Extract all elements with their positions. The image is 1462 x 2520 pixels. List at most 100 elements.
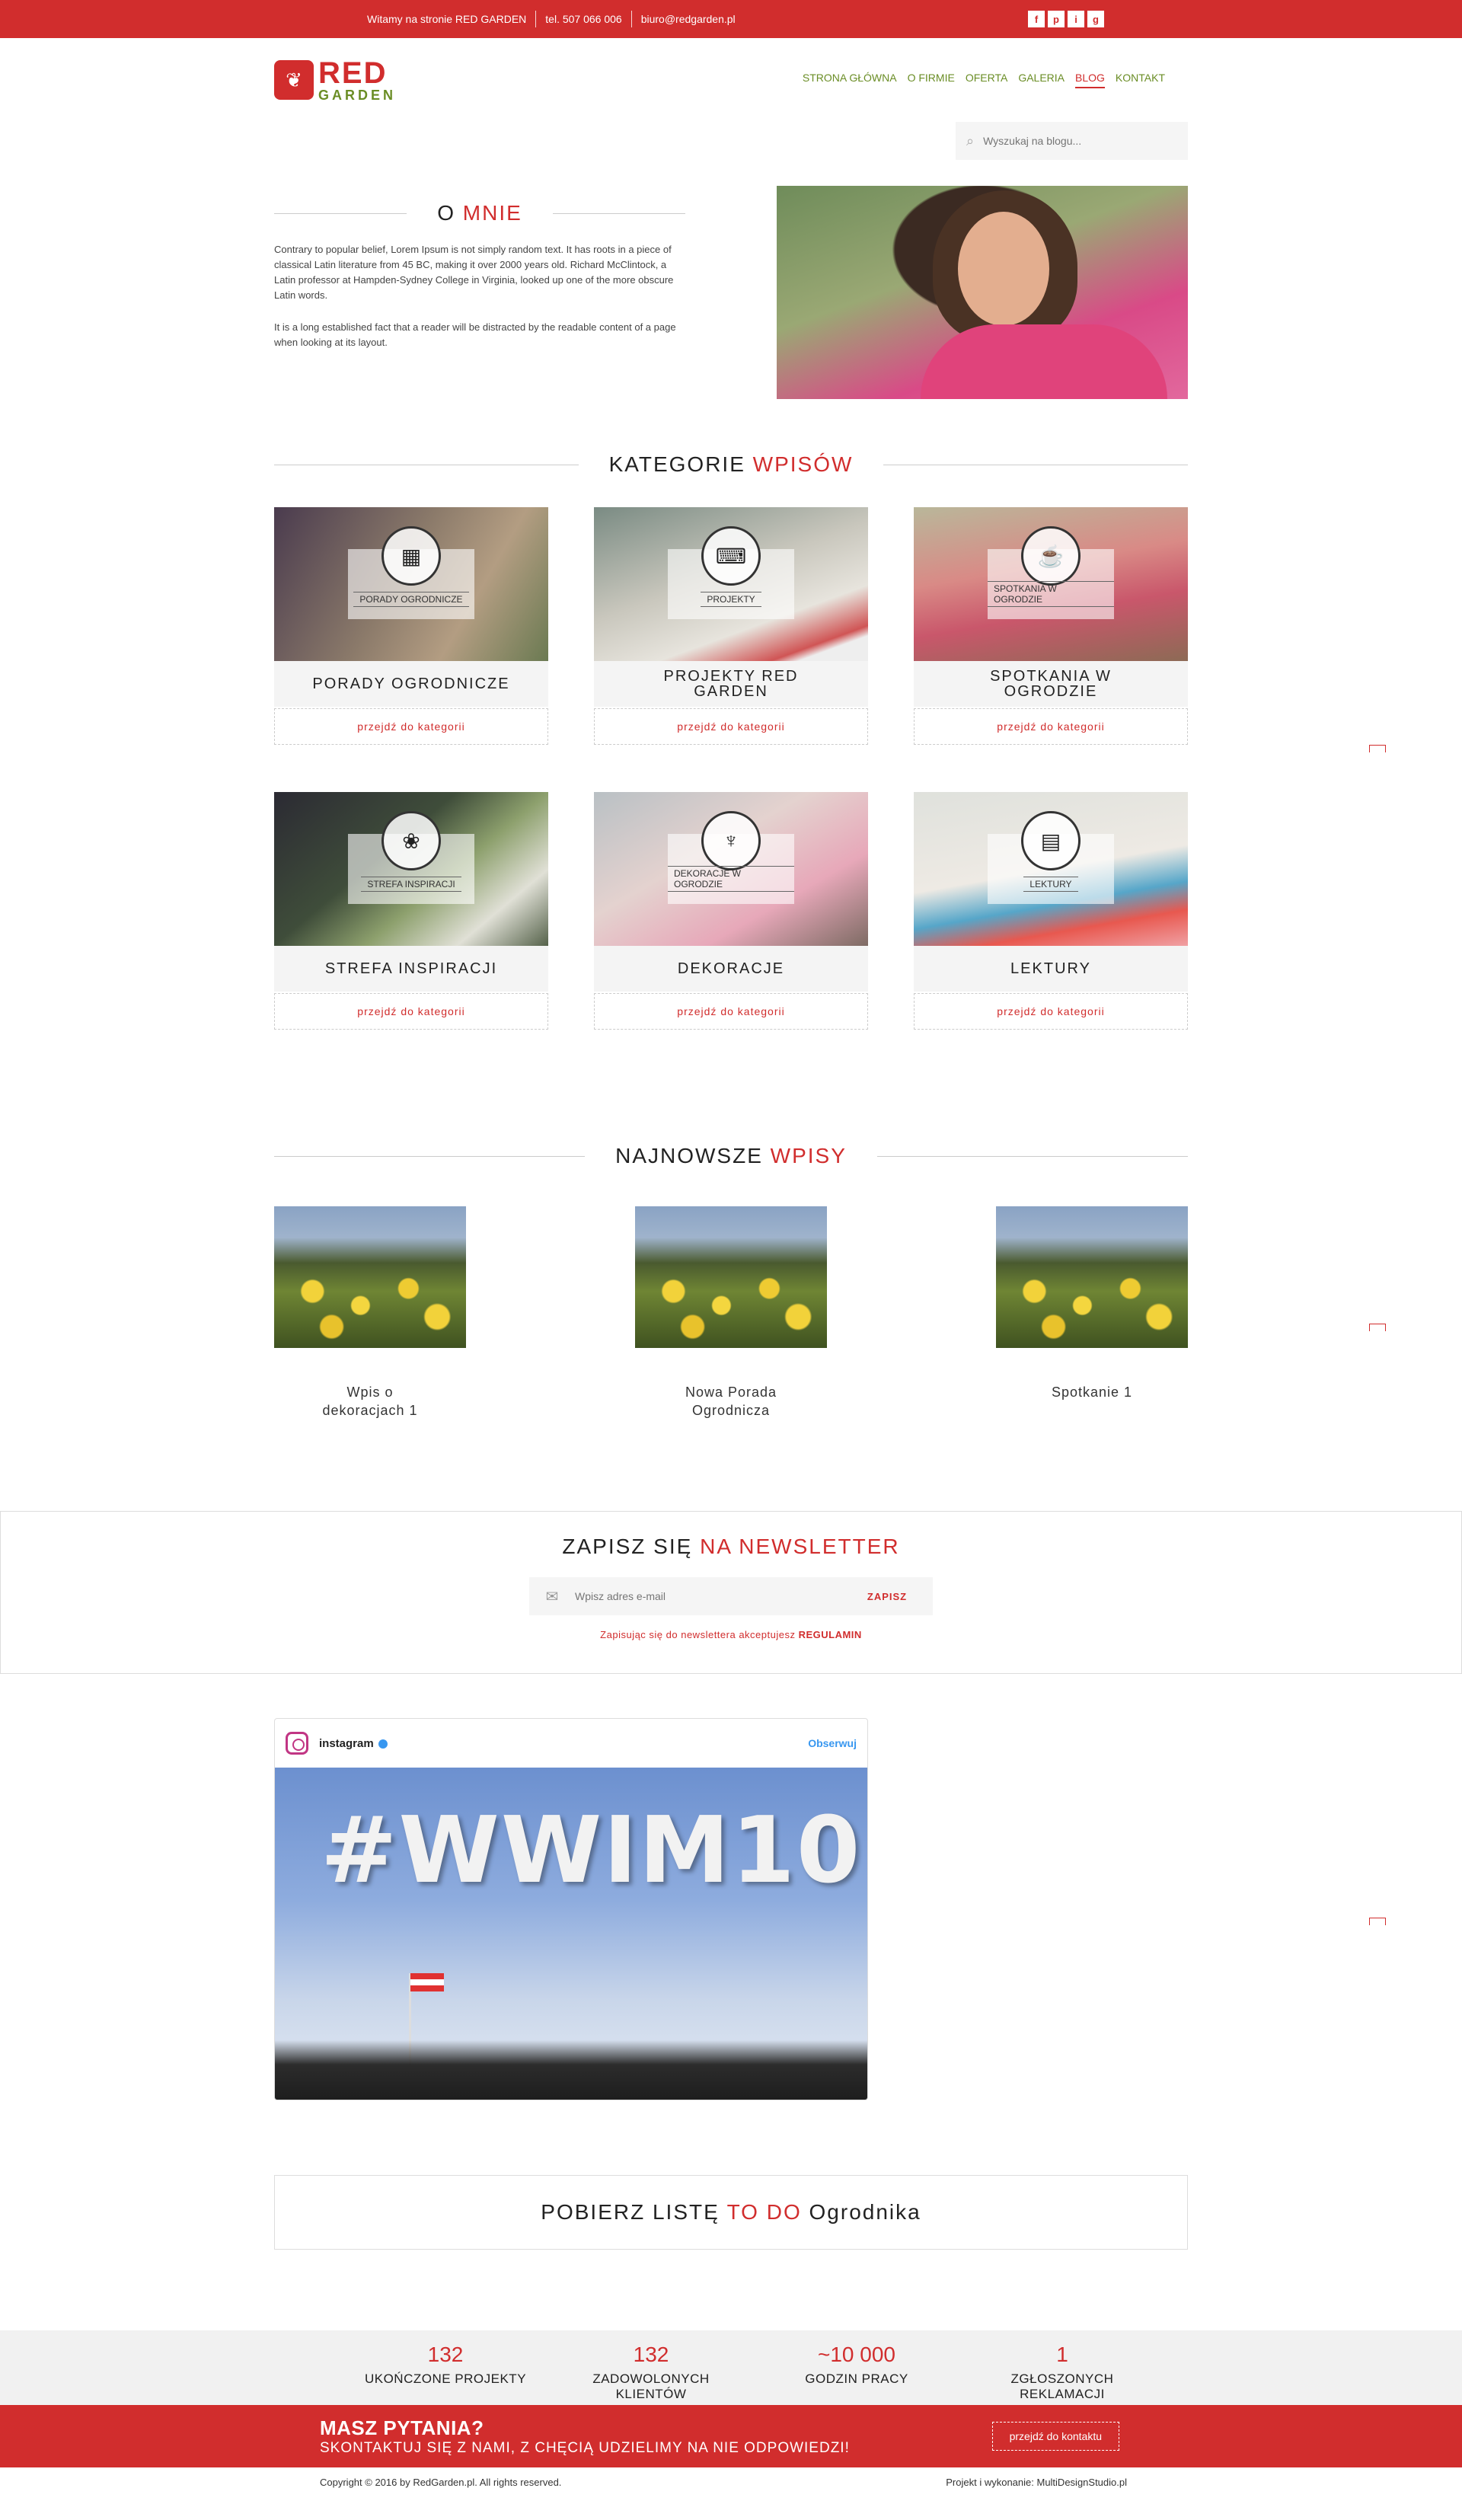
category-link[interactable]: przejdź do kategorii [594,993,868,1030]
newsletter-submit-button[interactable]: ZAPISZ [841,1591,933,1602]
category-link[interactable]: przejdź do kategorii [914,993,1188,1030]
stat-number: 132 [633,2343,669,2366]
category-link[interactable]: przejdź do kategorii [274,993,548,1030]
category-image[interactable]: ⌨ PROJEKTY [594,507,868,661]
tulip-icon: ❦ [274,60,314,100]
post-title[interactable]: Spotkanie 1 [996,1383,1188,1401]
stat-item: 132 ZADOWOLONYCH KLIENTÓW [563,2343,739,2402]
newsletter-email-input[interactable] [575,1590,841,1602]
category-card: ☕ SPOTKANIA W OGRODZIE SPOTKANIA W OGRODZ… [914,507,1188,745]
todo-text-c: Ogrodnika [809,2200,921,2224]
phone-link[interactable]: tel. 507 066 006 [536,11,632,27]
nav-company[interactable]: O FIRMIE [908,72,955,88]
newsletter-form: ✉ ZAPISZ [529,1577,933,1615]
stat-number: 1 [1056,2343,1068,2366]
category-link[interactable]: przejdź do kategorii [914,708,1188,745]
category-image[interactable]: ☕ SPOTKANIA W OGRODZIE [914,507,1188,661]
post-thumbnail[interactable] [274,1206,466,1348]
flag-icon [410,1973,444,1991]
side-marker-icon [1369,745,1386,752]
category-name: LEKTURY [914,946,1188,992]
credits-link[interactable]: Projekt i wykonanie: MultiDesignStudio.p… [946,2477,1127,2488]
nav-blog[interactable]: BLOG [1075,72,1105,88]
calendar-icon: ▦ [381,526,441,586]
category-card: ♆ DEKORACJE W OGRODZIE DEKORACJE przejdź … [594,792,868,1030]
nav-gallery[interactable]: GALERIA [1018,72,1065,88]
search-input[interactable] [983,135,1167,147]
category-image[interactable]: ▤ LEKTURY [914,792,1188,946]
welcome-text: Witamy na stronie RED GARDEN [358,11,537,27]
cta-subtitle: SKONTAKTUJ SIĘ Z NAMI, Z CHĘCIĄ UDZIELIM… [320,2439,850,2456]
instagram-follow-button[interactable]: Obserwuj [808,1737,857,1749]
category-badge-label: DEKORACJE W OGRODZIE [668,866,794,892]
instagram-widget: instagram Obserwuj #WWIM10 [274,1718,868,2100]
post-title[interactable]: Nowa Porada Ogrodnicza [635,1383,827,1420]
logo-word-garden: GARDEN [318,88,397,103]
verified-icon [378,1739,388,1749]
category-badge-label: PORADY OGRODNICZE [353,592,469,607]
contact-button[interactable]: przejdź do kontaktu [991,2422,1119,2451]
latest-title: NAJNOWSZE WPISY [615,1144,847,1167]
about-heading: O MNIE [274,201,685,225]
cup-icon: ☕ [1021,526,1081,586]
stat-number: ~10 000 [818,2343,895,2366]
category-image[interactable]: ♆ DEKORACJE W OGRODZIE [594,792,868,946]
category-image[interactable]: ❀ STREFA INSPIRACJI [274,792,548,946]
nav-home[interactable]: STRONA GŁÓWNA [803,72,897,88]
instagram-hashtag: #WWIM10 [321,1798,862,1904]
instagram-icon[interactable]: i [1068,11,1084,27]
divider [876,1155,1189,1157]
instagram-account-name[interactable]: instagram [319,1737,388,1750]
nav-offer[interactable]: OFERTA [966,72,1008,88]
post-card[interactable]: Spotkanie 1 [996,1206,1188,1420]
instagram-post-image[interactable]: #WWIM10 [275,1768,867,2100]
todo-text-b: TO DO [726,2200,802,2224]
todo-download-banner[interactable]: POBIERZ LISTĘ TO DO Ogrodnika [274,2175,1188,2250]
todo-text-a: POBIERZ LISTĘ [541,2200,720,2224]
post-thumbnail[interactable] [635,1206,827,1348]
social-links: f p i g [1028,11,1104,27]
book-icon: ▤ [1021,811,1081,870]
post-thumbnail[interactable] [996,1206,1188,1348]
about-paragraph-1: Contrary to popular belief, Lorem Ipsum … [274,244,674,301]
newsletter-section: ZAPISZ SIĘ NA NEWSLETTER ✉ ZAPISZ Zapisu… [0,1511,1462,1674]
divider [274,1155,586,1157]
post-card[interactable]: Wpis o dekoracjach 1 [274,1206,466,1420]
stat-label: UKOŃCZONE PROJEKTY [364,2371,527,2386]
stat-item: 132 UKOŃCZONE PROJEKTY [358,2343,533,2402]
post-title[interactable]: Wpis o dekoracjach 1 [274,1383,466,1420]
category-name: PORADY OGRODNICZE [274,661,548,707]
category-link[interactable]: przejdź do kategorii [274,708,548,745]
latest-posts-section: NAJNOWSZE WPISY Wpis o dekoracjach 1 Now… [274,1144,1189,1420]
logo[interactable]: ❦ RED GARDEN [274,58,396,102]
divider [274,212,407,214]
stats-bar: 132 UKOŃCZONE PROJEKTY 132 ZADOWOLONYCH KL… [0,2330,1462,2405]
category-name: STREFA INSPIRACJI [274,946,548,992]
stat-item: 1 ZGŁOSZONYCH REKLAMACJI [975,2343,1150,2402]
regulations-link[interactable]: REGULAMIN [799,1629,862,1640]
category-badge-label: LEKTURY [1023,877,1078,892]
divider [552,212,685,214]
pinterest-icon[interactable]: p [1048,11,1065,27]
cta-title: MASZ PYTANIA? [320,2416,484,2439]
category-card: ⌨ PROJEKTY PROJEKTY RED GARDEN przejdź do… [594,507,868,745]
stat-item: ~10 000 GODZIN PRACY [769,2343,944,2402]
laptop-icon: ⌨ [701,526,761,586]
category-link[interactable]: przejdź do kategorii [594,708,868,745]
category-name: DEKORACJE [594,946,868,992]
about-section: O MNIE Contrary to popular belief, Lorem… [274,186,1188,407]
nav-contact[interactable]: KONTAKT [1116,72,1165,88]
google-plus-icon[interactable]: g [1087,11,1104,27]
email-link[interactable]: biuro@redgarden.pl [632,11,745,27]
newsletter-note: Zapisując się do newslettera akceptujesz… [600,1629,862,1640]
side-marker-icon [1369,1918,1386,1925]
categories-title: KATEGORIE WPISÓW [608,452,854,476]
facebook-icon[interactable]: f [1028,11,1045,27]
post-card[interactable]: Nowa Porada Ogrodnicza [635,1206,827,1420]
category-badge-label: STREFA INSPIRACJI [361,877,461,892]
category-name: SPOTKANIA W OGRODZIE [914,661,1188,707]
stat-label: ZGŁOSZONYCH REKLAMACJI [1010,2371,1114,2401]
about-title: O MNIE [437,201,522,225]
header: ❦ RED GARDEN STRONA GŁÓWNA O FIRMIE OFER… [0,38,1462,122]
category-image[interactable]: ▦ PORADY OGRODNICZE [274,507,548,661]
